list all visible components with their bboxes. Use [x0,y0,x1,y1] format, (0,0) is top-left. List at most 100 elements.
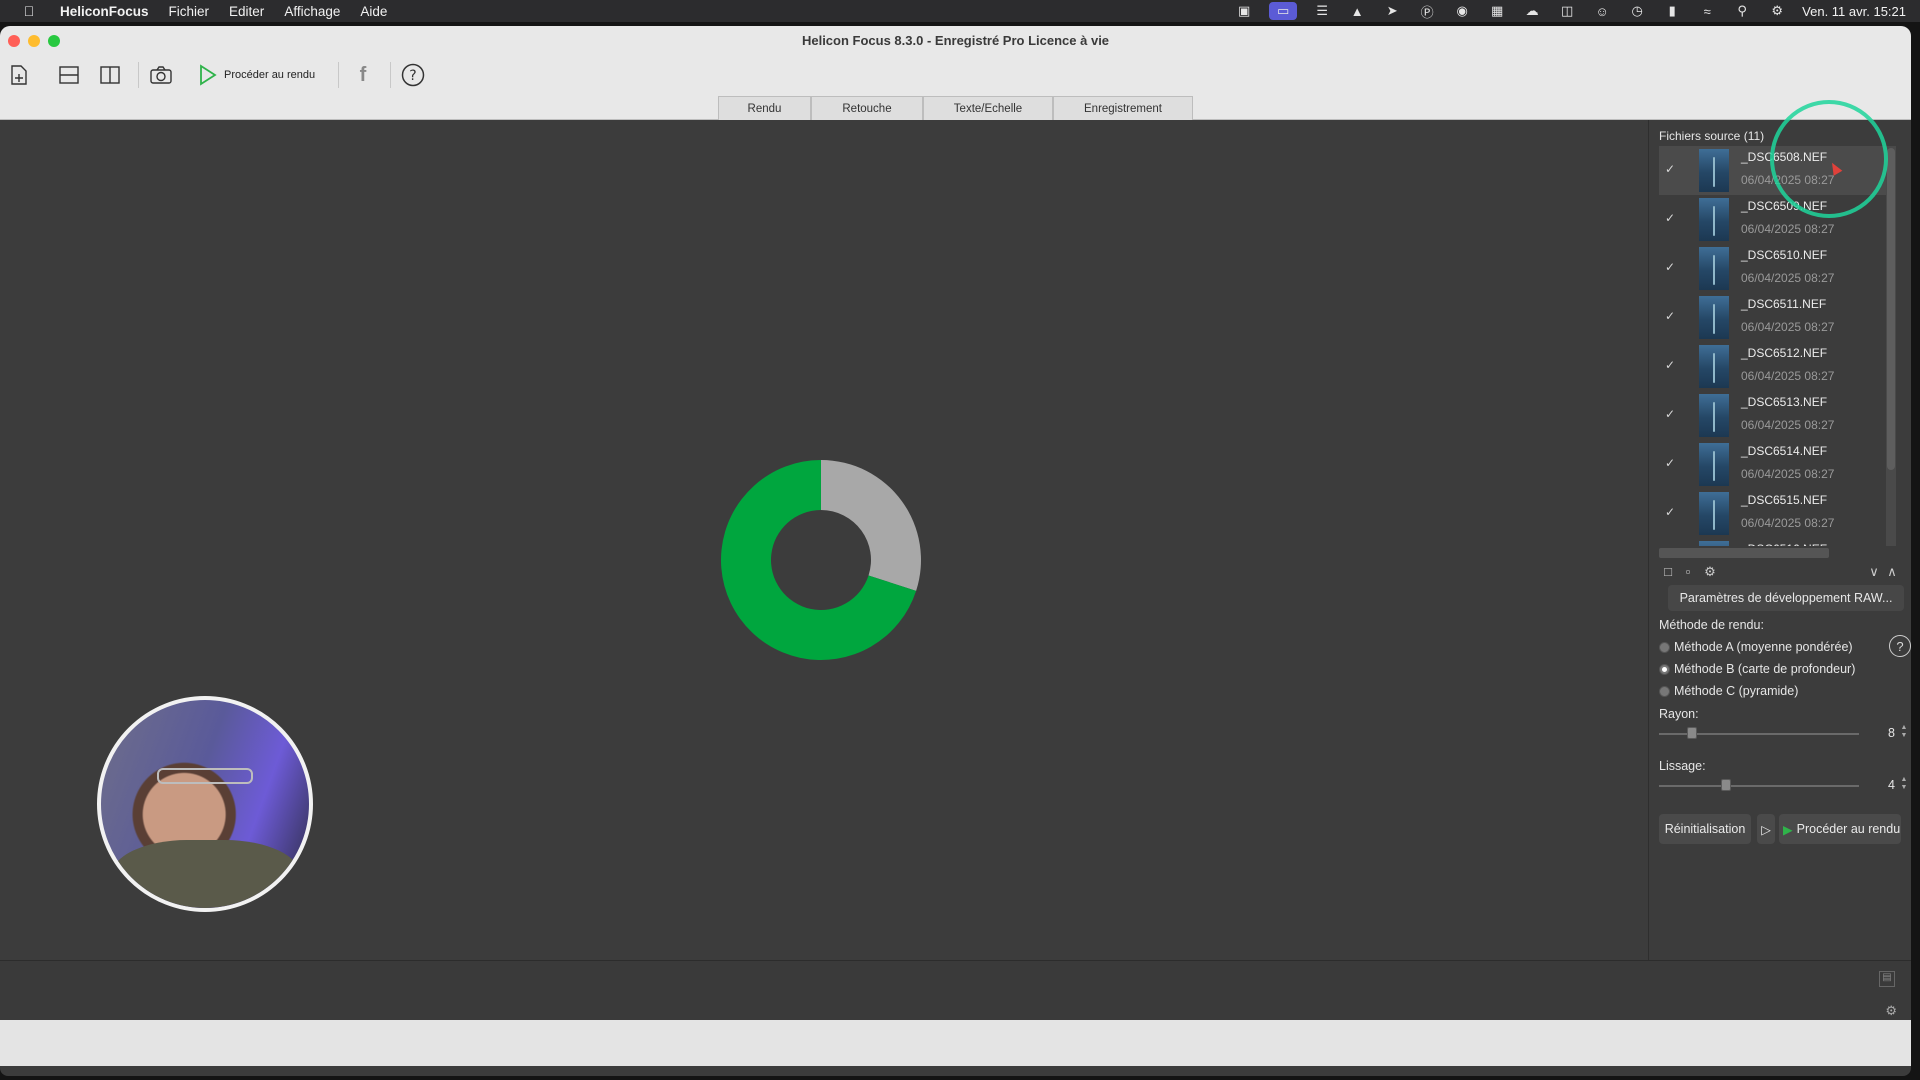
method-c-radio[interactable]: Méthode C (pyramide) [1659,684,1798,698]
file-name: _DSC6511.NEF [1741,297,1827,311]
tab-retouche[interactable]: Retouche [811,96,923,120]
file-row[interactable]: ✓ _DSC6511.NEF 06/04/2025 08:27 [1659,293,1891,342]
save-icon[interactable]: ▤ [1879,971,1895,987]
user-account-icon[interactable]: ☺ [1592,4,1612,19]
remove-file-icon[interactable]: ▫ [1679,563,1697,581]
method-a-radio[interactable]: Méthode A (moyenne pondérée) [1659,640,1853,654]
file-list-vscrollbar[interactable] [1886,146,1896,546]
file-checkbox[interactable]: ✓ [1663,505,1677,519]
premiere-icon[interactable]: ▦ [1487,3,1507,19]
file-checkbox[interactable]: ✓ [1663,309,1677,323]
tab-rendu[interactable]: Rendu [718,96,811,120]
file-checkbox[interactable]: ✓ [1663,456,1677,470]
file-thumbnail [1699,296,1729,339]
radius-label: Rayon: [1659,707,1699,721]
file-name: _DSC6515.NEF [1741,493,1828,507]
file-date: 06/04/2025 08:27 [1741,369,1835,383]
file-thumbnail [1699,345,1729,388]
tab-texte-echelle[interactable]: Texte/Echelle [923,96,1053,120]
layout-horizontal-button[interactable] [54,60,84,90]
radius-slider-handle[interactable] [1687,727,1697,739]
status-bar: ▤ ⚙ [0,960,1911,1020]
menu-affichage[interactable]: Affichage [284,4,340,19]
presenter-glasses [157,768,253,784]
time-machine-icon[interactable]: ◷ [1627,3,1647,19]
file-checkbox[interactable]: ✓ [1663,260,1677,274]
help-icon: ? [401,63,425,87]
run-options-button[interactable]: ▷ [1757,814,1775,844]
bottom-strip [0,1020,1911,1066]
menu-fichier[interactable]: Fichier [169,4,210,19]
file-date: 06/04/2025 08:27 [1741,222,1835,236]
raw-settings-button[interactable]: Paramètres de développement RAW... [1668,585,1904,611]
file-list-hscrollbar[interactable] [1659,548,1829,558]
radius-stepper[interactable]: ▲ ▼ [1900,724,1908,742]
menubar-clock[interactable]: Ven. 11 avr. 15:21 [1802,4,1906,19]
radio-dot [1659,663,1670,675]
smoothing-stepper[interactable]: ▲ ▼ [1900,776,1908,794]
file-checkbox[interactable]: ✓ [1663,211,1677,225]
apple-menu-icon[interactable]:  [18,3,40,19]
battery-icon[interactable]: ▮ [1662,3,1682,19]
reset-button[interactable]: Réinitialisation [1659,814,1751,844]
move-down-icon[interactable]: ∨ [1865,563,1883,581]
file-date: 06/04/2025 08:27 [1741,467,1835,481]
file-thumbnail [1699,394,1729,437]
spotlight-search-icon[interactable]: ⚲ [1732,3,1752,19]
toolbar-run-button[interactable]: Procéder au rendu [198,60,315,90]
tab-bar: Rendu Retouche Texte/Echelle Enregistrem… [0,94,1911,120]
help-button[interactable]: ? [398,60,428,90]
control-center-icon[interactable]: ⚙ [1767,3,1787,19]
window-split-icon[interactable]: ◫ [1557,3,1577,19]
play-icon: ▶ [1783,822,1793,837]
menu-editer[interactable]: Editer [229,4,264,19]
tab-enregistrement[interactable]: Enregistrement [1053,96,1193,120]
file-checkbox[interactable]: ✓ [1663,162,1677,176]
file-row[interactable]: ✓ _DSC6513.NEF 06/04/2025 08:27 [1659,391,1891,440]
notes-icon[interactable]: ☰ [1312,3,1332,19]
file-row[interactable]: ✓ _DSC6514.NEF 06/04/2025 08:27 [1659,440,1891,489]
smoothing-slider-handle[interactable] [1721,779,1731,791]
facebook-button[interactable]: f [348,60,378,90]
file-checkbox[interactable]: ✓ [1663,407,1677,421]
move-up-icon[interactable]: ∧ [1883,563,1901,581]
facebook-icon: f [359,63,367,86]
radio-dot [1659,641,1670,653]
file-row[interactable]: ✓ _DSC6512.NEF 06/04/2025 08:27 [1659,342,1891,391]
file-row[interactable]: ✓ _DSC6510.NEF 06/04/2025 08:27 [1659,244,1891,293]
eye-sync-icon[interactable]: ◉ [1452,3,1472,19]
display-mirror-icon[interactable]: ▭ [1269,2,1298,20]
method-b-radio[interactable]: Méthode B (carte de profondeur) [1659,662,1855,676]
source-files-header: Fichiers source (11) [1659,129,1765,143]
file-checkbox[interactable]: ✓ [1663,358,1677,372]
file-name: _DSC6512.NEF [1741,346,1828,360]
panel-run-button[interactable]: ▶ Procéder au rendu [1779,814,1901,844]
cloud-check-icon[interactable]: ☁ [1522,3,1542,19]
svg-text:?: ? [409,68,416,84]
settings-gear-icon[interactable]: ⚙ [1885,1003,1897,1019]
window-title: Helicon Focus 8.3.0 - Enregistré Pro Lic… [801,33,1110,48]
helicon-focus-window: Helicon Focus 8.3.0 - Enregistré Pro Lic… [0,26,1911,1076]
wordpress-icon[interactable]: Ⓟ [1417,4,1437,20]
vlc-cone-icon[interactable]: ▲ [1347,4,1367,19]
cursor-app-icon[interactable]: ➤ [1382,3,1402,19]
file-row[interactable]: ✓_DSC6516.NEF06/04/2025 08:27 [1659,538,1891,546]
method-help-icon[interactable]: ? [1889,635,1911,657]
screen-record-icon[interactable]: ▣ [1234,3,1254,19]
file-row[interactable]: ✓ _DSC6515.NEF 06/04/2025 08:27 [1659,489,1891,538]
file-thumbnail [1699,443,1729,486]
add-file-small-icon[interactable]: □ [1659,563,1677,581]
presenter-shirt [111,840,301,908]
add-files-button[interactable] [4,60,34,90]
file-settings-icon[interactable]: ⚙ [1701,563,1719,581]
layout-vertical-button[interactable] [95,60,125,90]
smoothing-slider[interactable] [1659,785,1859,787]
wifi-icon[interactable]: ≈ [1697,4,1717,19]
camera-button[interactable] [146,60,176,90]
method-label: Méthode de rendu: [1659,618,1764,632]
toolbar: Procéder au rendu f ? [0,56,1911,94]
smoothing-label: Lissage: [1659,759,1706,773]
menu-aide[interactable]: Aide [360,4,387,19]
menu-app-name[interactable]: HeliconFocus [60,4,149,19]
cursor-highlight-ring [1770,100,1888,218]
